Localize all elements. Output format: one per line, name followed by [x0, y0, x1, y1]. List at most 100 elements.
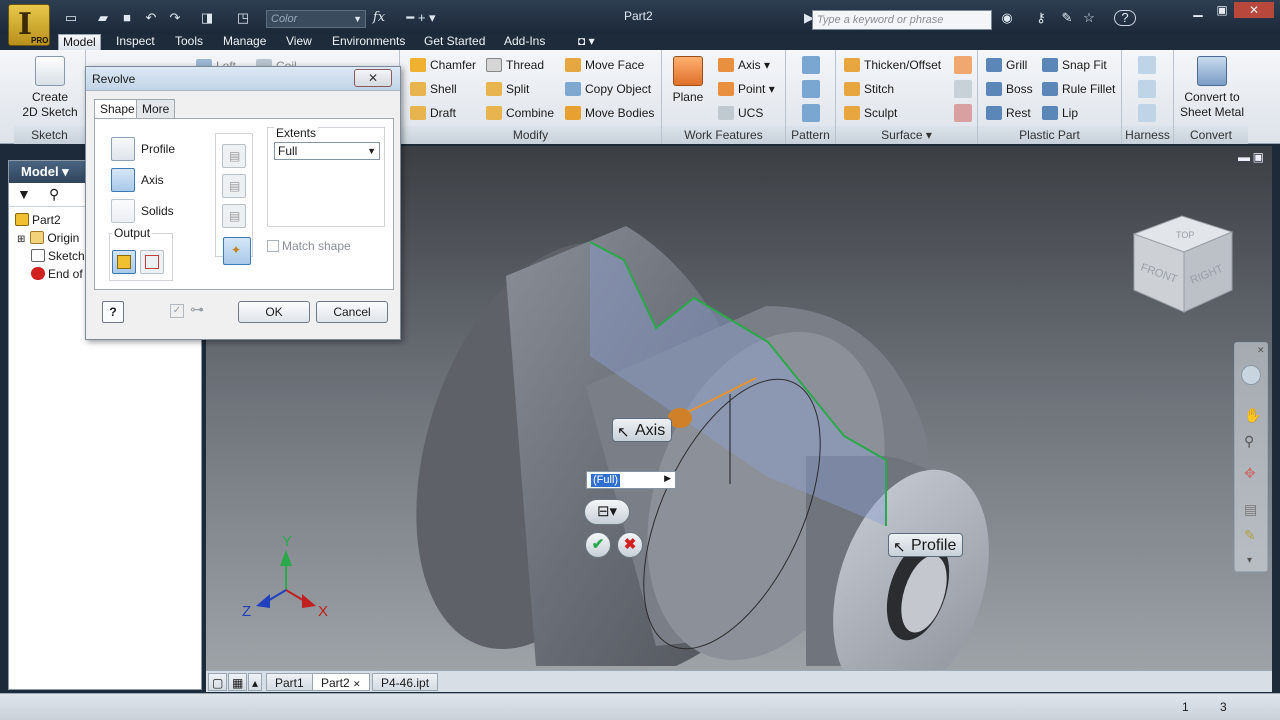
navbar-close-icon[interactable]: ✕ — [1257, 345, 1265, 356]
tab-manage[interactable]: Manage — [219, 34, 270, 50]
preview-checkbox[interactable]: ✓ — [170, 304, 184, 318]
shell-button[interactable]: Shell — [410, 79, 457, 99]
delete-face-icon[interactable] — [954, 104, 972, 122]
key-icon[interactable]: ⚷ — [1032, 10, 1050, 26]
undo-icon[interactable]: ↶ — [142, 10, 160, 26]
ok-button[interactable]: OK — [238, 301, 310, 323]
new-icon[interactable]: ▭ — [62, 10, 80, 26]
sculpt-button[interactable]: Sculpt — [844, 103, 897, 123]
tab-inspect[interactable]: Inspect — [112, 34, 159, 50]
plane-button[interactable]: Plane — [668, 54, 708, 105]
rectangular-pattern-icon[interactable] — [802, 56, 820, 74]
move-bodies-button[interactable]: Move Bodies — [565, 103, 654, 123]
thread-button[interactable]: Thread — [486, 55, 544, 75]
axis-selector[interactable]: Axis — [111, 168, 164, 192]
open-icon[interactable]: ▰ — [94, 10, 112, 26]
copy-object-button[interactable]: Copy Object — [565, 79, 651, 99]
tree-item-part2[interactable]: Part2 — [15, 211, 61, 229]
viewport-minimize-icon[interactable]: ▬ — [1238, 150, 1250, 164]
thicken-offset-button[interactable]: Thicken/Offset — [844, 55, 941, 75]
save-icon[interactable]: ■ — [118, 10, 136, 26]
solids-selector[interactable]: Solids — [111, 199, 174, 223]
select-icon[interactable]: ◳ — [234, 10, 252, 26]
harness-route-icon[interactable] — [1138, 80, 1156, 98]
tab-get-started[interactable]: Get Started — [420, 34, 489, 50]
match-shape-option[interactable]: Match shape — [267, 239, 351, 253]
cancel-button[interactable]: Cancel — [316, 301, 388, 323]
return-icon[interactable]: ◨ — [198, 10, 216, 26]
doc-tab-p4-46[interactable]: P4-46.ipt — [372, 673, 439, 691]
trim-icon[interactable] — [954, 80, 972, 98]
mini-cancel-button[interactable]: ✖ — [617, 532, 643, 558]
search-input[interactable]: Type a keyword or phrase — [812, 10, 992, 30]
revolve-dialog-title[interactable]: Revolve — [86, 67, 400, 91]
move-face-button[interactable]: Move Face — [565, 55, 644, 75]
favorites-star-icon[interactable]: ☆ — [1080, 10, 1098, 26]
mini-toolbar-options-button[interactable]: ⊟▾ — [584, 499, 630, 525]
close-tab-icon[interactable]: ✕ — [353, 679, 361, 689]
ribbon-options-icon[interactable]: ◘ ▾ — [574, 34, 599, 50]
join-button[interactable]: ▤ — [222, 144, 246, 168]
match-shape-checkbox[interactable] — [267, 240, 279, 252]
harness-segment-icon[interactable] — [1138, 104, 1156, 122]
chamfer-button[interactable]: Chamfer — [410, 55, 476, 75]
split-button[interactable]: Split — [486, 79, 529, 99]
zoom-icon[interactable]: ⚲ — [1244, 433, 1254, 450]
convert-to-sheet-metal-button[interactable]: Convert to Sheet Metal — [1176, 54, 1248, 120]
boss-button[interactable]: Boss — [986, 79, 1033, 99]
rule-fillet-button[interactable]: Rule Fillet — [1042, 79, 1115, 99]
profile-selector[interactable]: Profile — [111, 137, 175, 161]
rest-button[interactable]: Rest — [986, 103, 1031, 123]
color-combo[interactable]: Color ▼ — [266, 10, 366, 28]
snap-fit-button[interactable]: Snap Fit — [1042, 55, 1107, 75]
output-solid-button[interactable] — [112, 250, 136, 274]
new-solid-button[interactable]: ✦ — [223, 237, 251, 265]
doc-list-icon[interactable]: ▴ — [248, 673, 263, 691]
mirror-icon[interactable] — [802, 104, 820, 122]
filter-icon[interactable]: ▼ — [17, 186, 31, 202]
fx-icon[interactable]: fx — [370, 10, 388, 26]
binoculars-icon[interactable]: ◉ — [998, 10, 1016, 26]
pan-icon[interactable]: ✋ — [1244, 407, 1261, 424]
redo-icon[interactable]: ↷ — [166, 10, 184, 26]
grid-windows-icon[interactable]: ▦ — [228, 673, 248, 691]
appearance-icon[interactable]: ✎ — [1244, 527, 1256, 544]
point-button[interactable]: Point ▾ — [718, 79, 775, 99]
tab-view[interactable]: View — [282, 34, 316, 50]
close-window-button[interactable]: ✕ — [1234, 2, 1274, 18]
doc-tab-part1[interactable]: Part1 — [266, 673, 313, 691]
tile-windows-icon[interactable]: ▢ — [208, 673, 228, 691]
tree-item-sketch[interactable]: Sketch — [31, 247, 85, 265]
revolve-close-button[interactable]: ✕ — [354, 69, 392, 87]
grill-button[interactable]: Grill — [986, 55, 1027, 75]
stitch-button[interactable]: Stitch — [844, 79, 894, 99]
application-menu-button[interactable]: I PRO — [8, 4, 50, 46]
axis-callout[interactable]: ↖ Axis — [612, 418, 673, 442]
cut-button[interactable]: ▤ — [222, 174, 246, 198]
tab-environments[interactable]: Environments — [328, 34, 409, 50]
profile-callout[interactable]: ↖ Profile — [888, 533, 964, 557]
harness-icon[interactable] — [1138, 56, 1156, 74]
combine-button[interactable]: Combine — [486, 103, 554, 123]
navbar-options-icon[interactable]: ▾ — [1247, 555, 1252, 566]
output-surface-button[interactable] — [140, 250, 164, 274]
measure-icon[interactable]: ━ + ▾ — [396, 10, 446, 26]
tools-icon[interactable]: ✎ — [1058, 10, 1076, 26]
ucs-button[interactable]: UCS — [718, 103, 763, 123]
axis-button[interactable]: Axis ▾ — [718, 55, 770, 75]
help-icon[interactable]: ? — [1114, 10, 1136, 26]
lip-button[interactable]: Lip — [1042, 103, 1078, 123]
tree-item-origin[interactable]: ⊞ Origin — [17, 229, 79, 247]
expand-icon[interactable]: ⊞ — [17, 231, 27, 249]
help-button[interactable]: ? — [102, 301, 124, 323]
steering-wheel-icon[interactable] — [1241, 365, 1261, 385]
draft-button[interactable]: Draft — [410, 103, 456, 123]
orbit-icon[interactable]: ✥ — [1244, 465, 1256, 482]
patch-icon[interactable] — [954, 56, 972, 74]
restore-button[interactable]: ▣ — [1210, 2, 1234, 18]
viewport-restore-icon[interactable]: ▣ — [1253, 150, 1264, 164]
tab-shape[interactable]: Shape — [94, 99, 141, 119]
tab-tools[interactable]: Tools — [171, 34, 207, 50]
create-2d-sketch-button[interactable]: Create 2D Sketch — [18, 54, 82, 120]
viewcube[interactable]: TOP FRONT RIGHT — [1130, 212, 1236, 316]
